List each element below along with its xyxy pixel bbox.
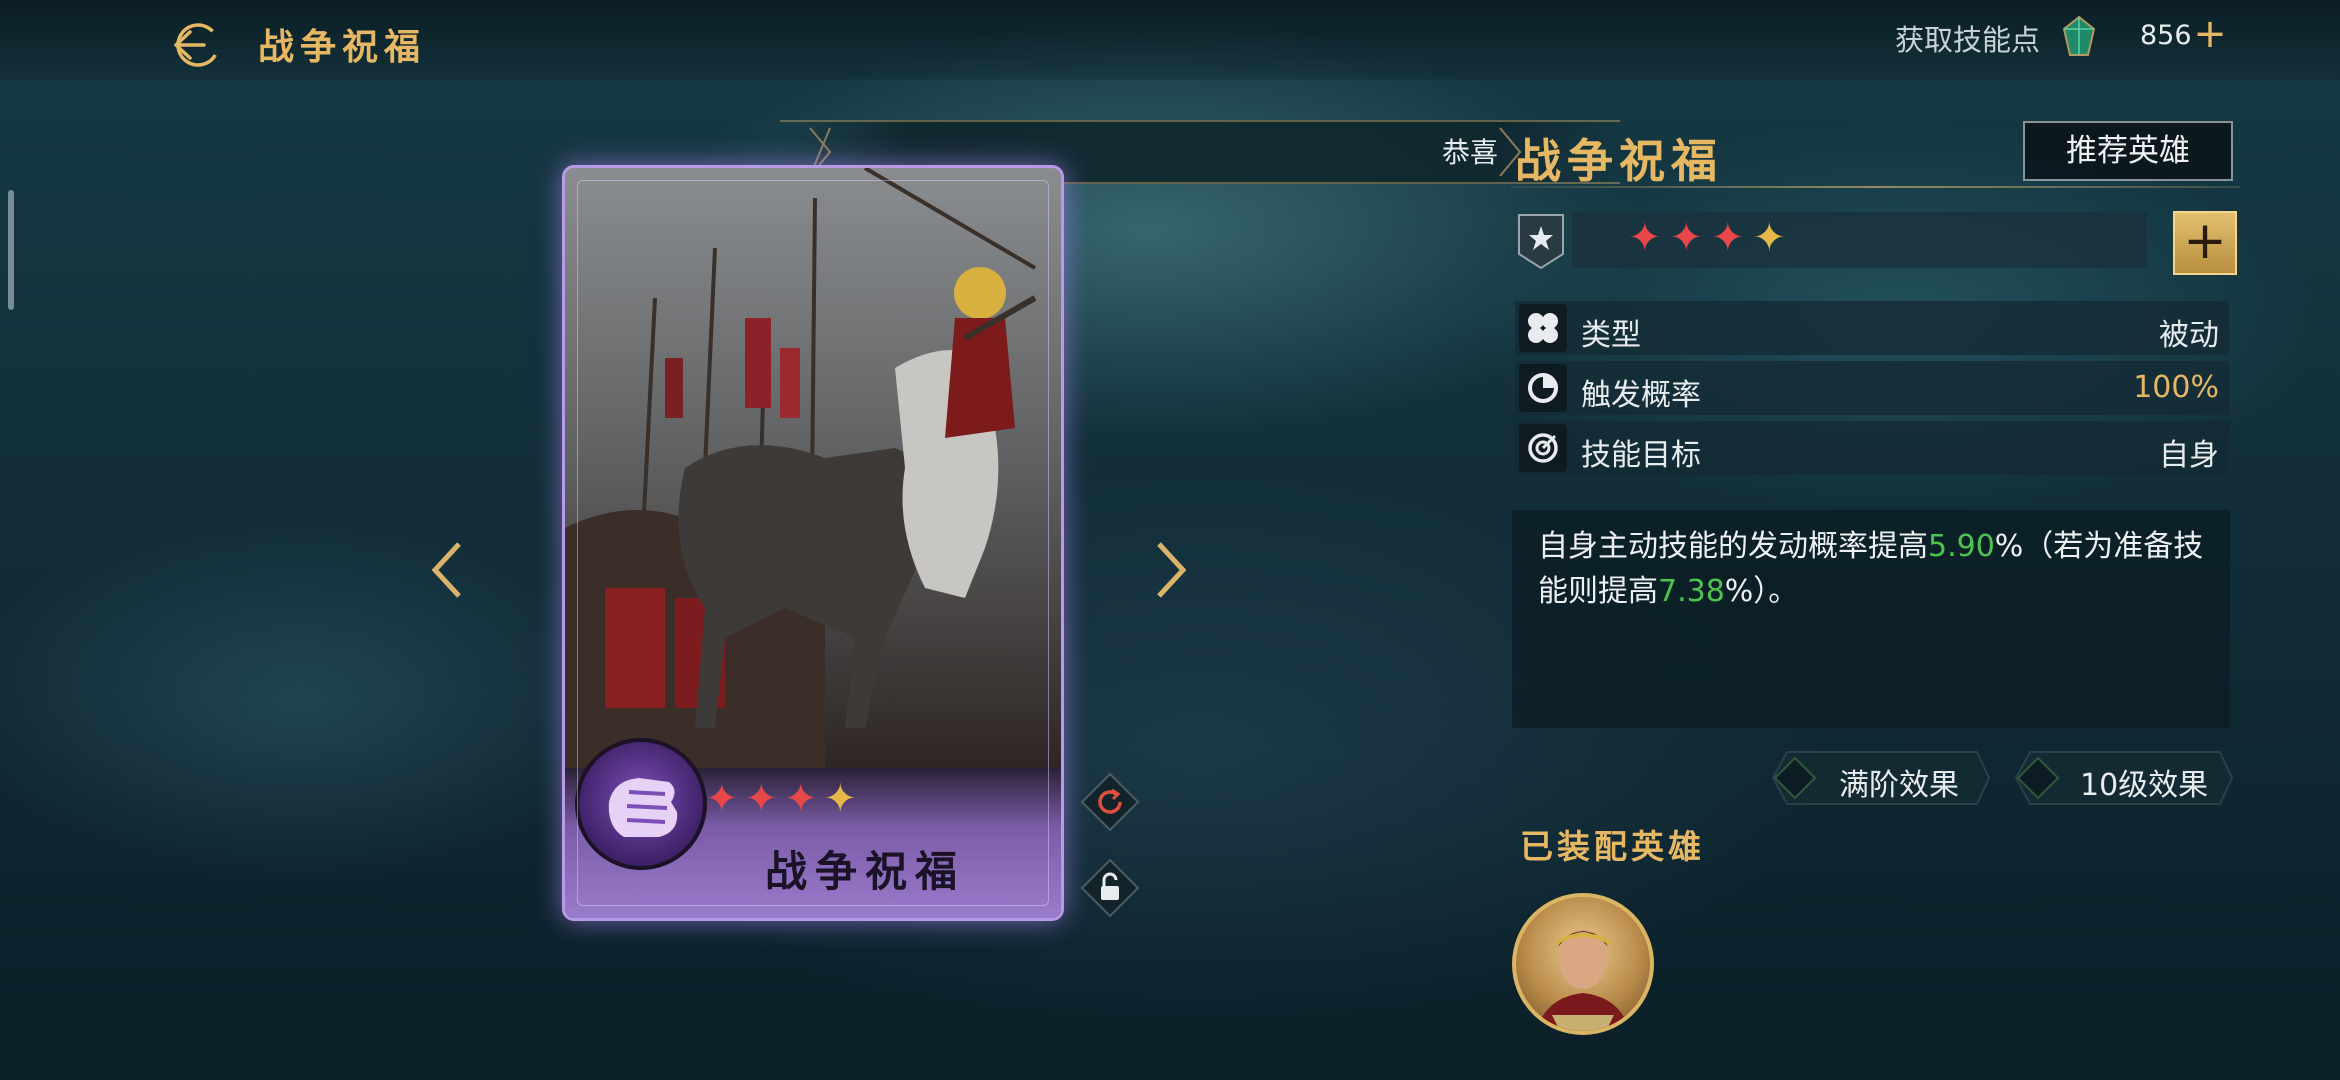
level-10-effect-button[interactable]: 10级效果 [2008, 748, 2236, 808]
back-button[interactable] [170, 20, 220, 70]
banner-text: 恭喜 [1442, 136, 1499, 169]
page-title: 战争祝福 [258, 27, 427, 68]
stat-label: 技能目标 [1581, 438, 1701, 473]
chevron-left-icon [431, 542, 461, 598]
skill-level-badge [1516, 212, 1566, 270]
stat-value: 100% [2133, 370, 2219, 405]
equipped-heroes-title: 已装配英雄 [1520, 827, 1705, 866]
stat-label: 类型 [1581, 318, 1641, 353]
divider [1510, 186, 2240, 188]
card-inner-border [577, 180, 1049, 906]
hero-portrait [1536, 929, 1630, 1031]
stat-label: 触发概率 [1581, 378, 1701, 413]
description-value: 5.90 [1928, 529, 1995, 564]
description-value: 7.38 [1658, 574, 1725, 609]
skill-description: 自身主动技能的发动概率提高5.90%（若为准备技能则提高7.38%）。 [1538, 524, 2218, 614]
stat-row-type: 类型 被动 [1515, 301, 2229, 355]
stat-value: 自身 [2159, 438, 2219, 473]
effect-button-label: 满阶效果 [1839, 768, 1959, 803]
stat-row-trigger-rate: 触发概率 100% [1515, 361, 2229, 415]
skill-card[interactable]: ✦✦✦✦ 战争祝福 [562, 165, 1064, 921]
lock-button[interactable] [1080, 858, 1140, 918]
scroll-indicator[interactable] [8, 190, 14, 310]
max-level-effect-button[interactable]: 满阶效果 [1765, 748, 1993, 808]
pie-chart-icon [1519, 364, 1567, 412]
skill-points-value: 856 [2140, 20, 2192, 51]
clover-icon [1519, 304, 1567, 352]
effect-button-label: 10级效果 [2080, 768, 2209, 803]
star-icon: ✦ [1711, 215, 1753, 261]
hero-avatar[interactable] [1512, 893, 1654, 1035]
skill-level-stars: ✦✦✦✦ [1628, 215, 1794, 261]
recommend-heroes-button[interactable]: 推荐英雄 [2023, 121, 2233, 181]
description-text: 自身主动技能的发动概率提高 [1538, 529, 1928, 564]
upgrade-skill-button[interactable]: + [2173, 211, 2237, 275]
get-skill-points-label: 获取技能点 [1895, 23, 2041, 57]
previous-card-button[interactable] [425, 540, 475, 600]
add-skill-points-button[interactable]: + [2190, 14, 2230, 54]
stat-row-target: 技能目标 自身 [1515, 421, 2229, 475]
target-icon [1519, 424, 1567, 472]
stat-value: 被动 [2159, 318, 2219, 353]
unlock-icon [1080, 858, 1140, 918]
star-icon: ✦ [1752, 215, 1795, 261]
next-card-button[interactable] [1145, 540, 1195, 600]
skill-gem-icon [2060, 15, 2098, 59]
star-icon: ✦ [1628, 215, 1670, 261]
chevron-right-icon [1157, 542, 1187, 598]
back-arrow-icon [174, 23, 220, 67]
reset-button[interactable] [1080, 772, 1140, 832]
description-text: %）。 [1724, 574, 1799, 609]
star-icon: ✦ [1669, 215, 1712, 261]
refresh-icon [1080, 772, 1140, 832]
skill-description-box: 自身主动技能的发动概率提高5.90%（若为准备技能则提高7.38%）。 [1512, 510, 2230, 728]
star-badge-icon [1518, 214, 1564, 270]
skill-title: 战争祝福 [1515, 134, 1723, 188]
